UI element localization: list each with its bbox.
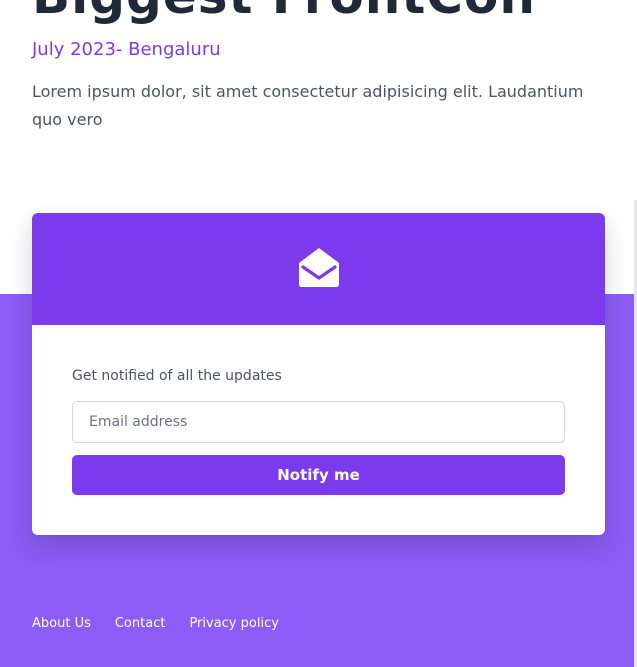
signup-card-header bbox=[32, 213, 605, 325]
footer-link-about-us[interactable]: About Us bbox=[32, 616, 91, 631]
footer-link-privacy-policy[interactable]: Privacy policy bbox=[189, 616, 278, 631]
notify-me-button[interactable]: Notify me bbox=[72, 455, 565, 495]
signup-form: Get notified of all the updates Notify m… bbox=[32, 325, 605, 495]
footer-link-contact[interactable]: Contact bbox=[115, 616, 166, 631]
hero-description: Lorem ipsum dolor, sit amet consectetur … bbox=[32, 82, 584, 129]
hero-subtitle: July 2023- Bengaluru bbox=[32, 39, 221, 60]
envelope-open-icon bbox=[297, 246, 341, 292]
notify-label: Get notified of all the updates bbox=[72, 368, 282, 384]
signup-card: Get notified of all the updates Notify m… bbox=[32, 213, 605, 535]
hero-title: Biggest FrontCon bbox=[32, 0, 536, 21]
footer-nav: About Us Contact Privacy policy bbox=[32, 616, 279, 631]
email-input[interactable] bbox=[72, 401, 565, 443]
